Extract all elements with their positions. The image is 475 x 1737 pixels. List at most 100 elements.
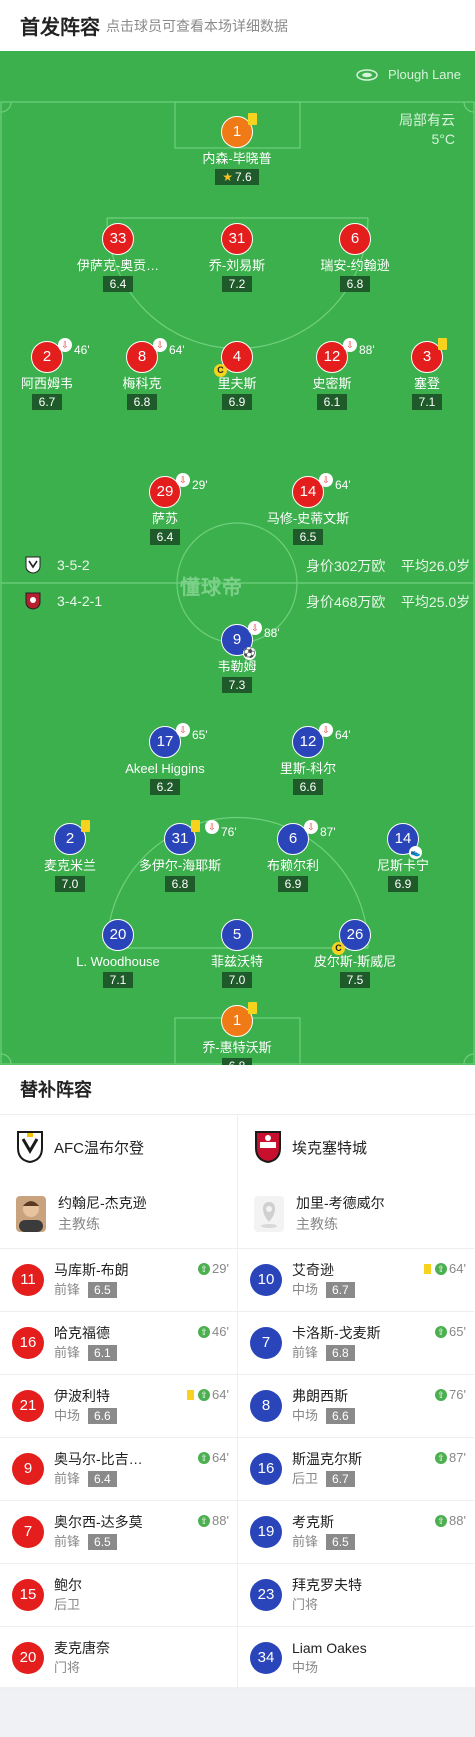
away-player[interactable]: 31 ⇩ 76' 多伊尔-海耶斯 6.8 <box>115 820 245 893</box>
sub-player-row[interactable]: 34 Liam Oakes 中场 <box>238 1627 474 1690</box>
sub-in-icon: ⇧ <box>435 1388 448 1401</box>
yellow-card-icon <box>248 113 257 125</box>
sub-player-row[interactable]: 7 奥尔西-达多莫 前锋 6.5 ⇧ 88' <box>0 1501 237 1564</box>
player-number-badge: 1 <box>221 1002 257 1037</box>
sub-player-row[interactable]: 11 马库斯-布朗 前锋 6.5 ⇧ 29' <box>0 1249 237 1312</box>
away-player[interactable]: 5 菲兹沃特 7.0 <box>172 919 302 989</box>
lineup-title: 首发阵容 <box>20 17 100 39</box>
home-value: 身价302万欧 <box>306 558 386 574</box>
rating-value: 7.5 <box>346 973 364 987</box>
player-rating: 6.6 <box>292 779 324 795</box>
away-player[interactable]: 26 C 皮尔斯-斯威尼 7.5 <box>290 919 420 989</box>
player-name: 马修-史蒂文斯 <box>266 511 350 526</box>
sub-player-position: 前锋 <box>54 1282 81 1297</box>
sub-player-row[interactable]: 9 奥马尔-比吉… 前锋 6.4 ⇧ 64' <box>0 1438 237 1501</box>
sub-in-minute: 76' <box>449 1387 466 1402</box>
rating-value: 6.9 <box>394 877 412 891</box>
player-number: 3 <box>422 348 432 365</box>
sub-player-meta: 前锋 6.5 <box>54 1532 143 1552</box>
home-player[interactable]: 6 瑞安-约翰逊 6.8 <box>290 223 420 293</box>
away-player[interactable]: 14 👟 尼斯卡宁 6.9 <box>338 823 468 893</box>
sub-player-row[interactable]: 8 弗朗西斯 中场 6.6 ⇧ 76' <box>238 1375 474 1438</box>
away-formation: 3-4-2-1 <box>25 592 102 610</box>
home-team-stats: 身价302万欧 平均26.0岁 <box>306 556 470 576</box>
sub-player-row[interactable]: 10 艾奇逊 中场 6.7 ⇧ 64' <box>238 1249 474 1312</box>
sub-time: 29' <box>192 478 208 492</box>
player-number: 31 <box>228 230 246 247</box>
player-number-badge: 31 ⇩ 76' <box>164 820 237 855</box>
player-number-badge: 12 ⇩ 64' <box>292 723 351 758</box>
sub-player-position: 前锋 <box>54 1345 81 1360</box>
rating-value: 6.4 <box>109 277 127 291</box>
sub-player-row[interactable]: 16 斯温克尔斯 后卫 6.7 ⇧ 87' <box>238 1438 474 1501</box>
sub-player-row[interactable]: 16 哈克福德 前锋 6.1 ⇧ 46' <box>0 1312 237 1375</box>
player-number-badge: 12 ⇩ 88' <box>316 338 375 373</box>
away-team-name: 埃克塞特城 <box>292 1139 368 1157</box>
away-team-row[interactable]: 埃克塞特城 <box>238 1115 474 1179</box>
player-rating: 6.2 <box>149 779 181 795</box>
sub-number-badge: 10 <box>250 1264 282 1296</box>
player-name: 皮尔斯-斯威尼 <box>313 954 397 969</box>
home-team-name: AFC温布尔登 <box>54 1139 145 1157</box>
away-player[interactable]: 9 ⇩ 88' ⚽ 韦勒姆 7.3 <box>172 621 302 694</box>
player-number-badge: 6 <box>339 223 371 255</box>
away-player[interactable]: 20 L. Woodhouse 7.1 <box>53 919 183 989</box>
sub-in-icon: ⇧ <box>198 1514 211 1527</box>
sub-number-badge: 7 <box>250 1327 282 1359</box>
home-team-row[interactable]: AFC温布尔登 <box>0 1115 237 1179</box>
sub-player-position: 前锋 <box>292 1345 319 1360</box>
rating-value: 6.7 <box>38 395 56 409</box>
home-player[interactable]: 1 内森-毕晓普 ★ 7.6 <box>172 113 302 186</box>
home-formation: 3-5-2 <box>25 556 90 574</box>
player-name: L. Woodhouse <box>76 954 160 969</box>
away-player[interactable]: 17 ⇩ 65' Akeel Higgins 6.2 <box>100 723 230 796</box>
sub-number-badge: 11 <box>12 1264 44 1296</box>
sub-player-meta: 前锋 6.8 <box>292 1343 381 1363</box>
away-coach[interactable]: 加里-考德威尔 主教练 <box>238 1179 474 1249</box>
sub-in-icon: ⇧ <box>198 1451 211 1464</box>
player-number: 1 <box>232 123 242 140</box>
sub-player-rating: 6.4 <box>88 1471 117 1487</box>
sub-player-row[interactable]: 7 卡洛斯-戈麦斯 前锋 6.8 ⇧ 65' <box>238 1312 474 1375</box>
goal-ball-icon: ⚽ <box>243 647 256 660</box>
player-name: 里斯-科尔 <box>279 761 337 776</box>
yellow-card-icon <box>438 338 447 350</box>
sub-player-row[interactable]: 15 鲍尔 后卫 <box>0 1564 237 1627</box>
sub-player-row[interactable]: 20 麦克唐奈 门将 <box>0 1627 237 1690</box>
player-number: 29 <box>156 483 174 500</box>
home-player[interactable]: 33 伊萨克-奥贡… 6.4 <box>53 223 183 293</box>
player-rating: 6.8 <box>339 276 371 292</box>
sub-player-row[interactable]: 23 拜克罗夫特 门将 <box>238 1564 474 1627</box>
home-player[interactable]: 3 塞登 7.1 <box>362 338 475 411</box>
player-number-badge: 2 <box>54 820 90 855</box>
sub-player-name: 奥马尔-比吉… <box>54 1451 143 1467</box>
sub-player-name: 卡洛斯-戈麦斯 <box>292 1325 381 1341</box>
yellow-card-icon <box>191 820 200 832</box>
away-player[interactable]: 12 ⇩ 64' 里斯-科尔 6.6 <box>243 723 373 796</box>
home-coach[interactable]: 约翰尼-杰克逊 主教练 <box>0 1179 237 1249</box>
sub-player-meta: 中场 <box>292 1658 367 1678</box>
sub-player-info: 哈克福德 前锋 6.1 <box>54 1323 117 1363</box>
home-player[interactable]: 14 ⇩ 64' 马修-史蒂文斯 6.5 <box>243 473 373 546</box>
sub-number-badge: 16 <box>12 1327 44 1359</box>
sub-player-position: 前锋 <box>54 1471 81 1486</box>
player-rating: 7.1 <box>102 972 134 988</box>
sub-player-row[interactable]: 19 考克斯 前锋 6.5 ⇧ 88' <box>238 1501 474 1564</box>
away-player[interactable]: 1 乔-惠特沃斯 6.8 <box>172 1002 302 1065</box>
sub-player-row[interactable]: 21 伊波利特 中场 6.6 ⇧ 64' <box>0 1375 237 1438</box>
player-name: 内森-毕晓普 <box>202 151 272 166</box>
sub-time: 64' <box>335 478 351 492</box>
home-player[interactable]: 31 乔-刘易斯 7.2 <box>172 223 302 293</box>
exeter-city-crest-icon <box>255 1131 281 1164</box>
sub-player-name: 艾奇逊 <box>292 1262 334 1278</box>
substitutes-title: 替补阵容 <box>0 1065 475 1115</box>
sub-player-info: 弗朗西斯 中场 6.6 <box>292 1386 355 1426</box>
sub-in-minute: 64' <box>449 1261 466 1276</box>
sub-number-badge: 20 <box>12 1642 44 1674</box>
home-coach-role: 主教练 <box>58 1215 100 1232</box>
sub-player-info: Liam Oakes 中场 <box>292 1638 367 1678</box>
sub-player-meta: 前锋 6.1 <box>54 1343 117 1363</box>
player-number-badge: 8 ⇩ 64' <box>126 338 185 373</box>
player-number: 1 <box>232 1012 242 1029</box>
home-player[interactable]: 29 ⇩ 29' 萨苏 6.4 <box>100 473 230 546</box>
